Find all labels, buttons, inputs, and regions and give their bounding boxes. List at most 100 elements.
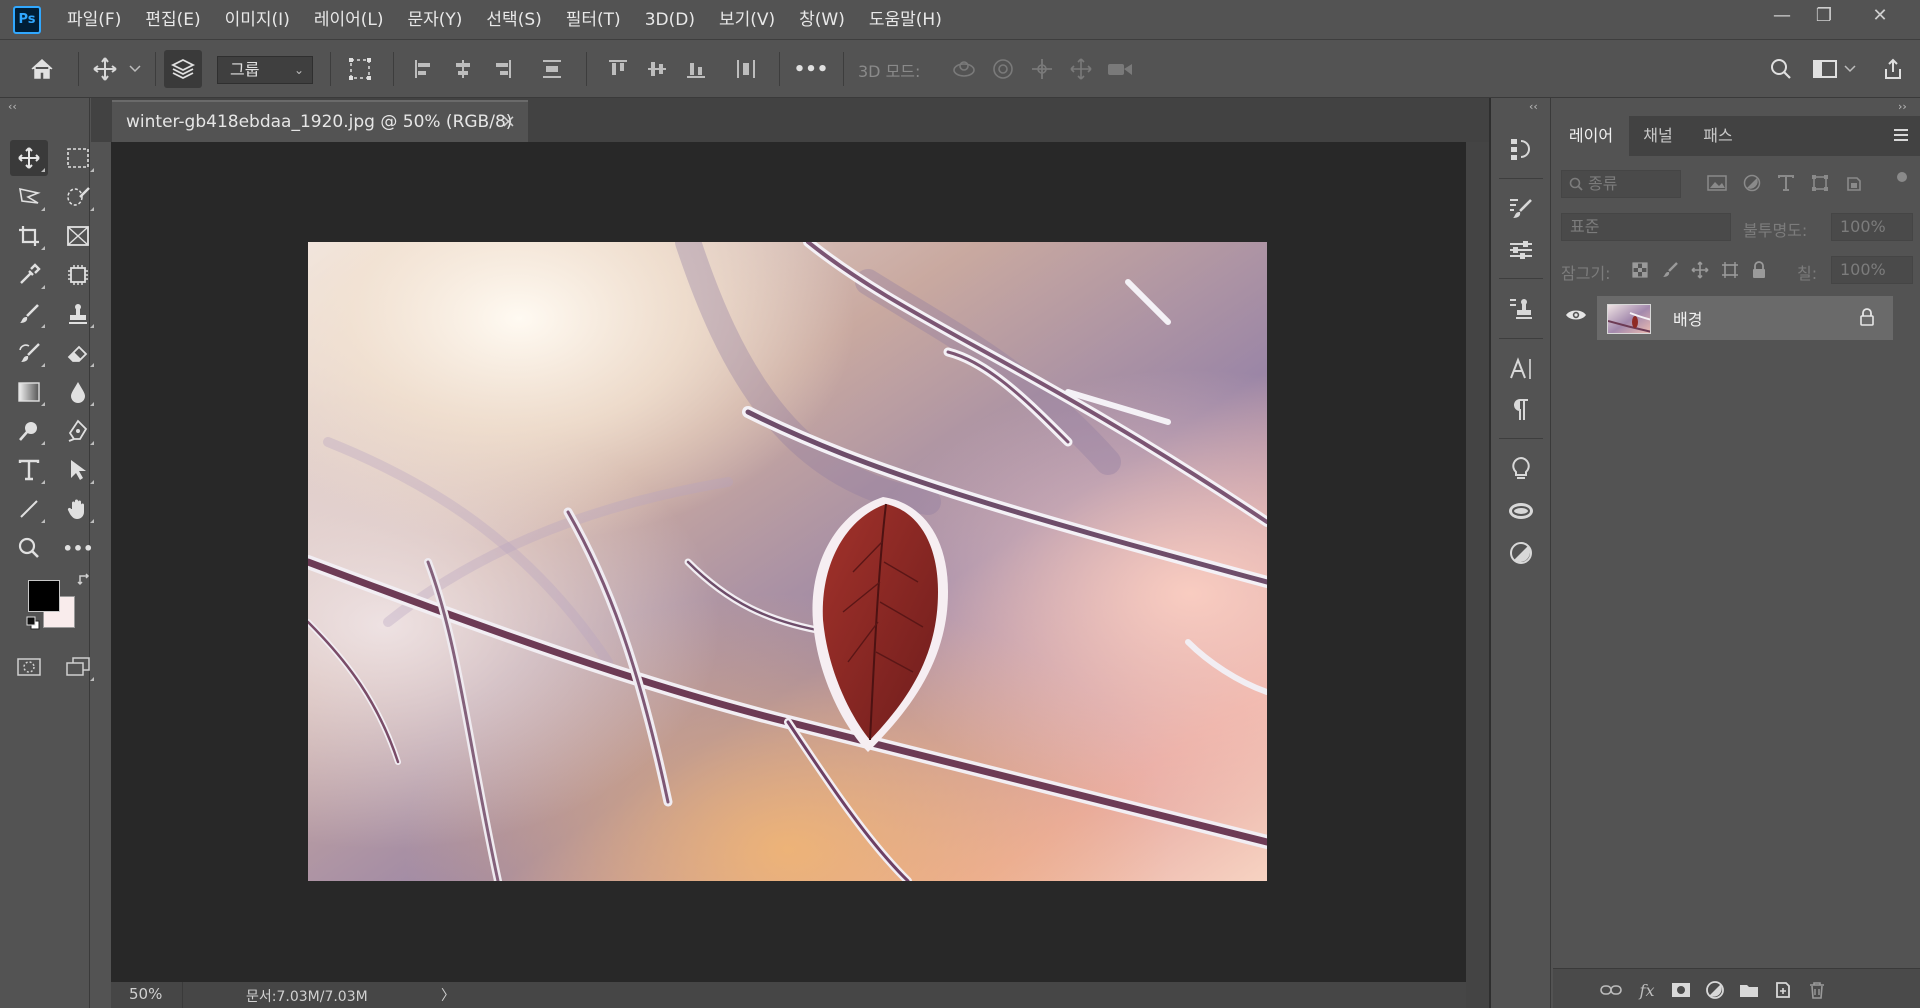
marquee-tool-icon[interactable] [59, 140, 97, 176]
filter-adjustment-icon[interactable] [1743, 174, 1761, 192]
add-mask-icon[interactable] [1667, 977, 1695, 1003]
history-panel-icon[interactable] [1502, 130, 1540, 168]
crop-tool-icon[interactable] [10, 218, 48, 254]
align-middle-v-icon[interactable] [638, 50, 676, 88]
pen-tool-icon[interactable] [59, 413, 97, 449]
filter-type-icon[interactable] [1777, 174, 1795, 192]
search-icon[interactable] [1762, 50, 1800, 88]
tab-layers[interactable]: 레이어 [1553, 116, 1629, 156]
restore-button[interactable]: ❐ [1804, 0, 1844, 30]
delete-layer-trash-icon[interactable] [1803, 977, 1831, 1003]
minimize-button[interactable]: — [1762, 0, 1802, 30]
home-icon[interactable] [23, 50, 61, 88]
align-right-icon[interactable] [483, 50, 521, 88]
menu-select[interactable]: 선택(S) [474, 0, 553, 40]
3d-pan-icon[interactable] [1023, 50, 1061, 88]
history-brush-tool-icon[interactable] [10, 335, 48, 371]
align-center-h-icon[interactable] [444, 50, 482, 88]
filter-shape-icon[interactable] [1811, 174, 1829, 192]
menu-3d[interactable]: 3D(D) [633, 0, 707, 40]
layer-name[interactable]: 배경 [1673, 306, 1702, 330]
default-colors-icon[interactable] [26, 616, 40, 630]
quick-mask-icon[interactable] [10, 649, 48, 685]
menu-window[interactable]: 창(W) [787, 0, 857, 40]
lock-position-icon[interactable] [1691, 261, 1709, 279]
move-tool-icon[interactable] [10, 140, 48, 176]
clone-source-panel-icon[interactable] [1502, 290, 1540, 328]
document-tab[interactable]: winter-gb418ebdaa_1920.jpg @ 50% (RGB/8)… [112, 100, 528, 142]
close-window-button[interactable]: ✕ [1860, 0, 1900, 30]
eraser-tool-icon[interactable] [59, 335, 97, 371]
screen-mode-icon[interactable] [59, 649, 97, 685]
edit-toolbar-icon[interactable]: ••• [59, 530, 97, 566]
libraries-panel-icon[interactable] [1502, 492, 1540, 530]
chevron-down-icon[interactable] [124, 50, 146, 88]
menu-edit[interactable]: 편집(E) [133, 0, 212, 40]
clone-stamp-tool-icon[interactable] [59, 296, 97, 332]
vertical-scrollbar[interactable] [1466, 142, 1489, 1008]
zoom-tool-icon[interactable] [10, 530, 48, 566]
adjustments-panel-icon[interactable] [1502, 534, 1540, 572]
swap-colors-icon[interactable] [76, 572, 92, 588]
distribute-vertical-icon[interactable] [533, 50, 571, 88]
character-panel-icon[interactable] [1502, 350, 1540, 388]
layer-row-background[interactable]: 배경 [1597, 296, 1893, 340]
document-image[interactable] [308, 242, 1267, 881]
menu-filter[interactable]: 필터(T) [554, 0, 633, 40]
new-adjustment-layer-icon[interactable] [1701, 977, 1729, 1003]
move-tool-preset-icon[interactable] [86, 50, 124, 88]
layer-visibility-eye-icon[interactable] [1565, 308, 1587, 322]
panel-menu-icon[interactable] [1892, 126, 1910, 144]
line-tool-icon[interactable] [10, 491, 48, 527]
menu-file[interactable]: 파일(F) [55, 0, 133, 40]
tab-paths[interactable]: 패스 [1687, 116, 1749, 156]
lock-transparent-pixels-icon[interactable] [1631, 261, 1649, 279]
lasso-tool-icon[interactable] [10, 179, 48, 215]
filter-pixel-icon[interactable] [1707, 174, 1727, 192]
menu-layer[interactable]: 레이어(L) [302, 0, 396, 40]
align-bottom-icon[interactable] [677, 50, 715, 88]
new-layer-icon[interactable] [1769, 977, 1797, 1003]
auto-select-target-select[interactable]: 그룹 ⌄ [217, 56, 313, 84]
quick-selection-tool-icon[interactable] [59, 179, 97, 215]
share-icon[interactable] [1874, 50, 1912, 88]
brush-tool-icon[interactable] [10, 296, 48, 332]
frame-tool-icon[interactable] [59, 218, 97, 254]
status-menu-arrow[interactable]: 〉 [441, 985, 455, 1005]
content-aware-move-icon[interactable] [59, 257, 97, 293]
zoom-level[interactable]: 50% [129, 985, 162, 1003]
close-document-icon[interactable]: × [501, 111, 516, 132]
eyedropper-tool-icon[interactable] [10, 257, 48, 293]
path-selection-tool-icon[interactable] [59, 452, 97, 488]
tab-channels[interactable]: 채널 [1629, 116, 1687, 156]
3d-camera-icon[interactable] [1101, 50, 1139, 88]
opacity-input[interactable]: 100% [1831, 213, 1913, 241]
gradient-tool-icon[interactable] [10, 374, 48, 410]
auto-select-icon[interactable] [164, 50, 202, 88]
align-left-icon[interactable] [405, 50, 443, 88]
foreground-color-swatch[interactable] [28, 580, 60, 612]
workspace-icon[interactable] [1806, 50, 1844, 88]
hand-tool-icon[interactable] [59, 491, 97, 527]
expand-panels-icon[interactable]: ›› [1898, 100, 1907, 113]
distribute-horizontal-icon[interactable] [727, 50, 765, 88]
learn-panel-icon[interactable] [1502, 450, 1540, 488]
transform-controls-icon[interactable] [341, 50, 379, 88]
3d-roll-icon[interactable] [984, 50, 1022, 88]
brush-settings-panel-icon[interactable] [1502, 190, 1540, 228]
new-group-folder-icon[interactable] [1735, 977, 1763, 1003]
filter-toggle-icon[interactable] [1897, 172, 1907, 182]
fx-icon[interactable]: fx [1633, 977, 1661, 1003]
3d-slide-icon[interactable] [1062, 50, 1100, 88]
fill-input[interactable]: 100% [1831, 256, 1913, 284]
collapse-panels-icon[interactable]: ‹‹ [1529, 100, 1538, 113]
chevron-down-icon[interactable] [1840, 50, 1860, 88]
menu-help[interactable]: 도움말(H) [857, 0, 954, 40]
collapse-tools-icon[interactable]: ‹‹ [8, 100, 17, 113]
layer-lock-icon[interactable] [1859, 308, 1875, 326]
menu-image[interactable]: 이미지(I) [213, 0, 302, 40]
3d-orbit-icon[interactable] [945, 50, 983, 88]
lock-all-icon[interactable] [1751, 261, 1767, 279]
more-options-icon[interactable]: ••• [792, 50, 830, 88]
align-top-icon[interactable] [599, 50, 637, 88]
